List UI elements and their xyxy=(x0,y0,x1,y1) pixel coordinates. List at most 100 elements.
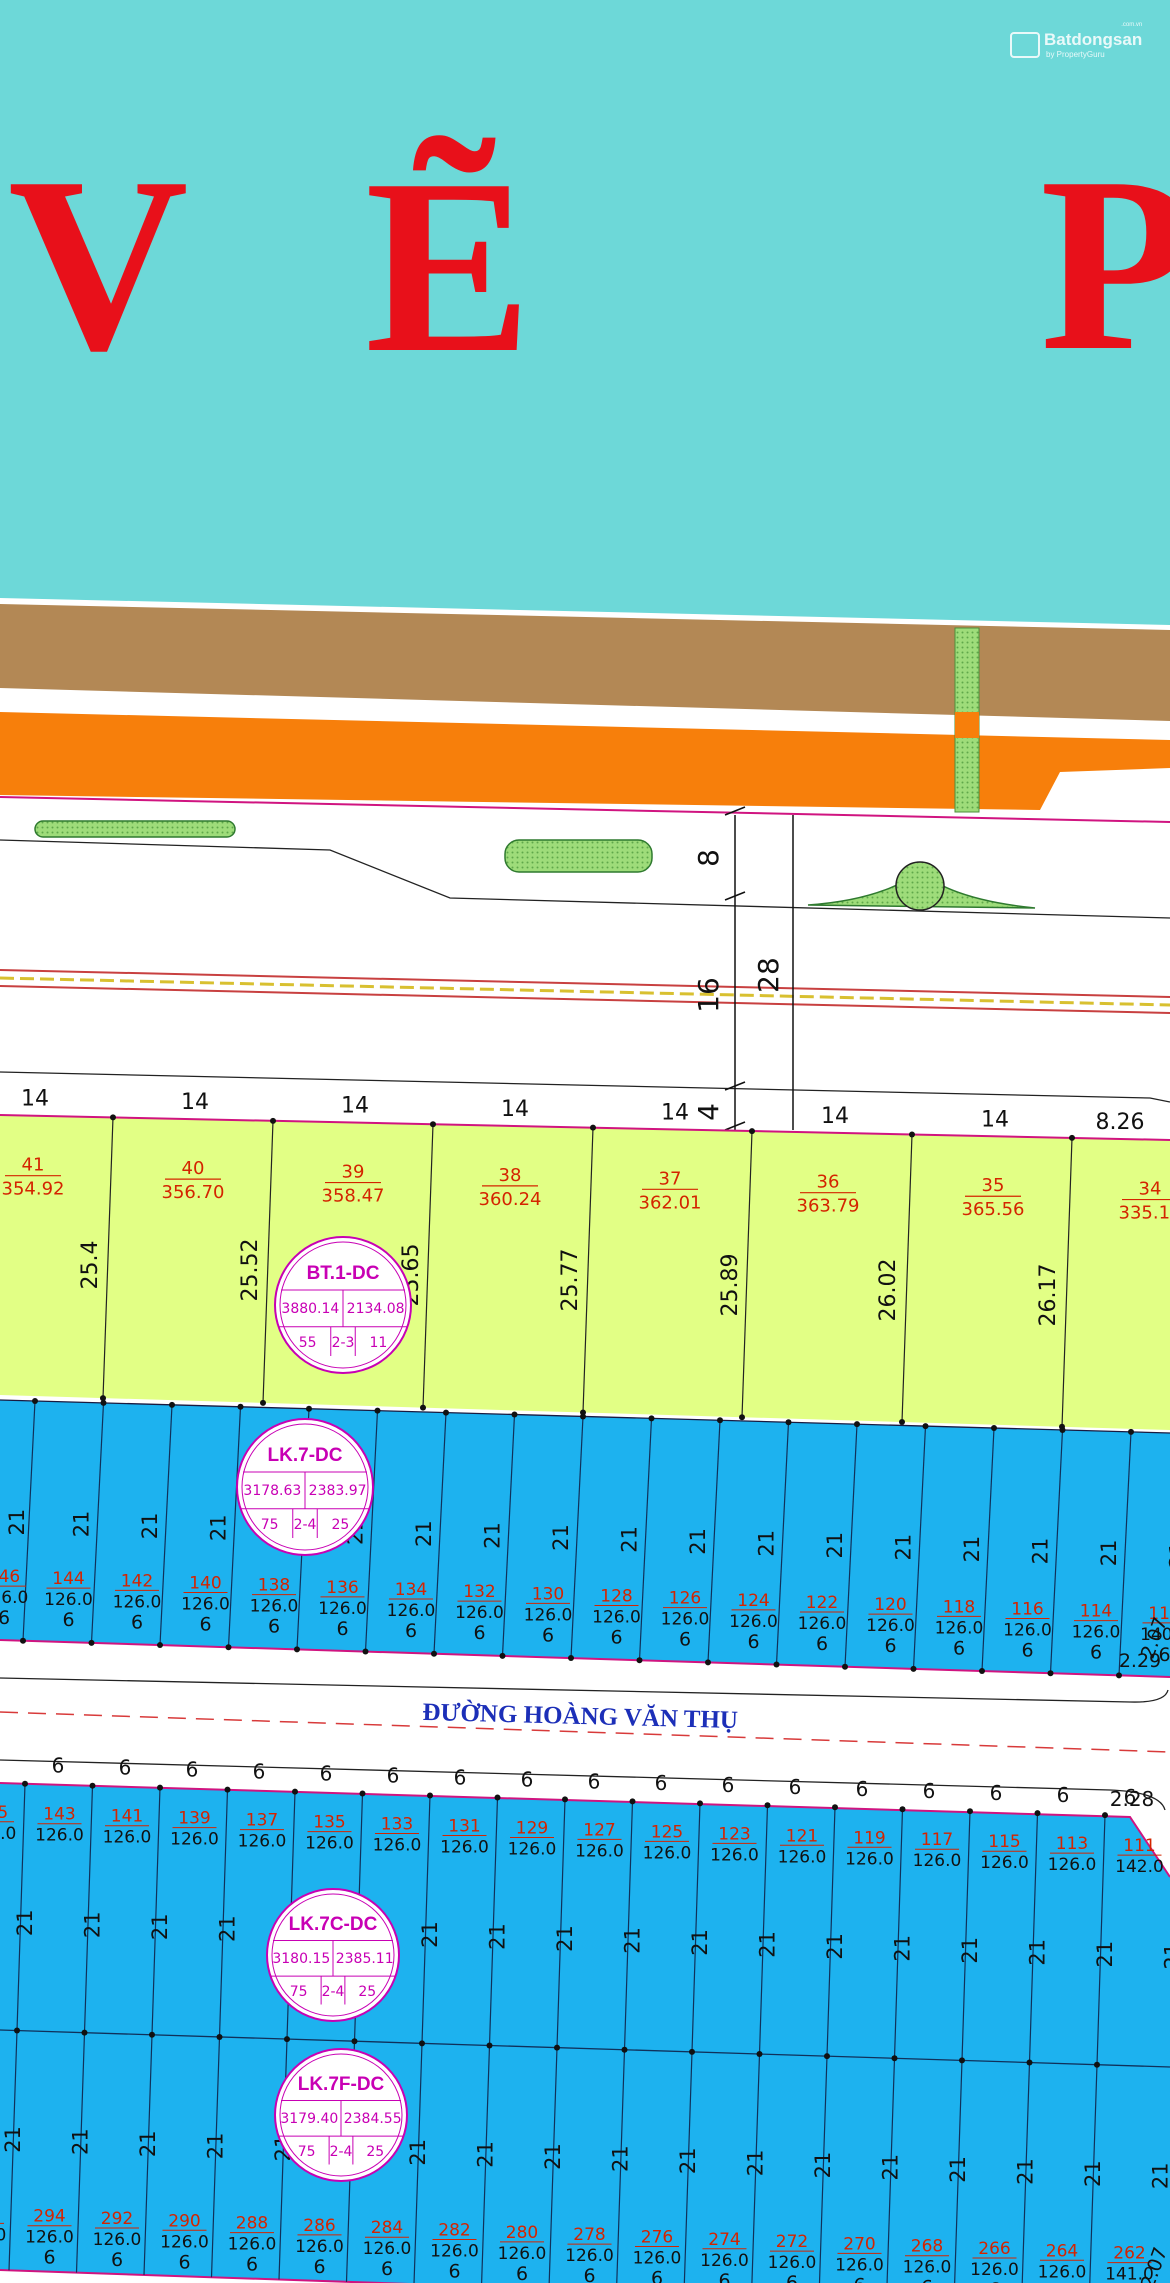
lot-id: 117 xyxy=(921,1830,953,1850)
lot-area: 126.0 xyxy=(181,1594,230,1614)
lot-depth: 21 xyxy=(1149,2162,1170,2189)
lot-corner xyxy=(260,1399,266,1406)
lot-depth: 21 xyxy=(70,1511,94,1538)
lot-area: 126.0 xyxy=(113,1592,162,1612)
lot-corner xyxy=(1059,1426,1066,1433)
lot-id: 143 xyxy=(43,1805,75,1825)
lot-corner xyxy=(1094,2061,1100,2068)
lot-frontage: 6 xyxy=(1057,1783,1070,1807)
lot-corner xyxy=(420,1404,426,1411)
lot-depth: 21 xyxy=(811,2152,835,2179)
lot-id: 264 xyxy=(1046,2241,1078,2261)
lot-width: 6 xyxy=(405,1620,417,1642)
lot-frontage: 14 xyxy=(501,1097,529,1122)
lot-corner xyxy=(81,2029,88,2036)
lot-width: 6 xyxy=(336,1618,348,1640)
lot-area: 126.0 xyxy=(768,2253,817,2273)
lot-id: 280 xyxy=(506,2223,538,2243)
lot-area: 142.0 xyxy=(1115,1857,1164,1877)
lot-area: 126.0 xyxy=(430,2242,479,2262)
lot-depth: 21 xyxy=(621,1927,645,1954)
lot-area: 126.0 xyxy=(1003,1620,1052,1640)
lot-corner xyxy=(967,1808,973,1815)
lot-area: 126.0 xyxy=(700,2251,749,2271)
lot-depth: 21 xyxy=(744,2150,768,2177)
lot-id: 40 xyxy=(182,1158,205,1179)
lot-depth: 21 xyxy=(541,2143,565,2170)
lot-area: 126.0 xyxy=(363,2239,412,2259)
lot-width: 6 xyxy=(199,1613,211,1635)
lot-depth: 25.89 xyxy=(718,1254,743,1317)
lot-corner xyxy=(270,1117,276,1124)
lot-depth: 21 xyxy=(486,1923,510,1950)
lot-corner xyxy=(648,1415,655,1422)
lot-id: 144 xyxy=(52,1569,84,1589)
lot-corner xyxy=(636,1657,643,1664)
road-dimension: 28 xyxy=(752,957,785,993)
lot-depth: 21 xyxy=(756,1931,780,1958)
lot-corner xyxy=(284,2036,290,2043)
lot-area: 126.0 xyxy=(524,1605,573,1625)
lot-frontage: 6 xyxy=(990,1781,1003,1805)
block-label-value: 3179.40 xyxy=(280,2111,338,2127)
block-label-lk7c: LK.7C-DC 3180.15 2385.11 75 2-4 25 xyxy=(266,1888,400,2022)
lot-depth: 21 xyxy=(1029,1538,1053,1565)
lot-depth: 21 xyxy=(1,2126,25,2153)
lot-id: 142 xyxy=(121,1571,153,1591)
lot-area: 126.0 xyxy=(835,2255,884,2275)
block-label-lk7f: LK.7F-DC 3179.40 2384.55 75 2-4 25 xyxy=(274,2048,408,2182)
lot-id: 119 xyxy=(853,1828,885,1848)
lot-id: 123 xyxy=(718,1824,750,1844)
lot-corner xyxy=(149,2031,155,2038)
lot-depth: 21 xyxy=(136,2130,160,2157)
lot-depth: 21 xyxy=(138,1512,162,1539)
lot-area: 126.0 xyxy=(103,1828,152,1848)
lot-depth: 21 xyxy=(418,1921,442,1948)
block-label-bt1: BT.1-DC 3880.14 2134.08 55 2-3 11 xyxy=(274,1236,412,1374)
lot-depth: 21 xyxy=(1093,1941,1117,1968)
lot-frontage: 14 xyxy=(181,1090,209,1115)
lot-corner xyxy=(1116,1672,1122,1679)
lot-frontage: 6 xyxy=(789,1775,802,1799)
lot-depth: 21 xyxy=(676,2147,700,2174)
lot-corner xyxy=(100,1399,107,1406)
block-label-name: LK.7F-DC xyxy=(298,2074,385,2095)
lot-area: 126.0 xyxy=(0,2225,6,2245)
lot-id: 111 xyxy=(1123,1836,1155,1856)
lot-id: 131 xyxy=(448,1816,480,1836)
lot-corner xyxy=(1026,2059,1033,2066)
lot-id: 266 xyxy=(978,2239,1010,2259)
lot-corner xyxy=(499,1652,506,1659)
lot-corner xyxy=(20,1637,26,1644)
lot-id: 141 xyxy=(111,1807,143,1827)
lot-area: 126.0 xyxy=(903,2258,952,2278)
lot-area: 126.0 xyxy=(661,1610,710,1630)
lot-corner xyxy=(899,1418,905,1425)
lot-corner xyxy=(910,1665,917,1672)
lot-corner xyxy=(486,2042,493,2049)
blue-lot-block xyxy=(0,1400,1170,1677)
block-label-name: LK.7-DC xyxy=(268,1445,343,1466)
lot-id: 140 xyxy=(189,1573,221,1593)
lot-depth: 26.17 xyxy=(1036,1264,1061,1327)
block-label-stat: 2-3 xyxy=(332,1335,355,1351)
orange-band xyxy=(0,712,1170,810)
lot-area: 126.0 xyxy=(305,1834,354,1854)
lot-depth: 26.02 xyxy=(876,1259,901,1322)
block-label-value: 3880.14 xyxy=(281,1301,339,1317)
lot-area: 126.0 xyxy=(866,1616,915,1636)
lot-width: 6 xyxy=(111,2249,123,2271)
corner-frontage: 2.28 xyxy=(1110,1787,1155,1811)
lot-corner xyxy=(292,1788,298,1795)
lot-depth: 21 xyxy=(207,1514,231,1541)
lot-area: 358.47 xyxy=(322,1186,385,1207)
lot-corner xyxy=(1034,1810,1041,1817)
lot-area: 126.0 xyxy=(228,2235,277,2255)
lot-corner xyxy=(89,1782,96,1789)
lot-area: 126.0 xyxy=(565,2246,614,2266)
lot-depth: 25.4 xyxy=(78,1241,103,1290)
lot-corner xyxy=(891,2055,898,2062)
lot-width: 6 xyxy=(62,1609,74,1631)
lot-corner xyxy=(157,1642,163,1649)
lot-width: 6 xyxy=(1090,1642,1102,1664)
